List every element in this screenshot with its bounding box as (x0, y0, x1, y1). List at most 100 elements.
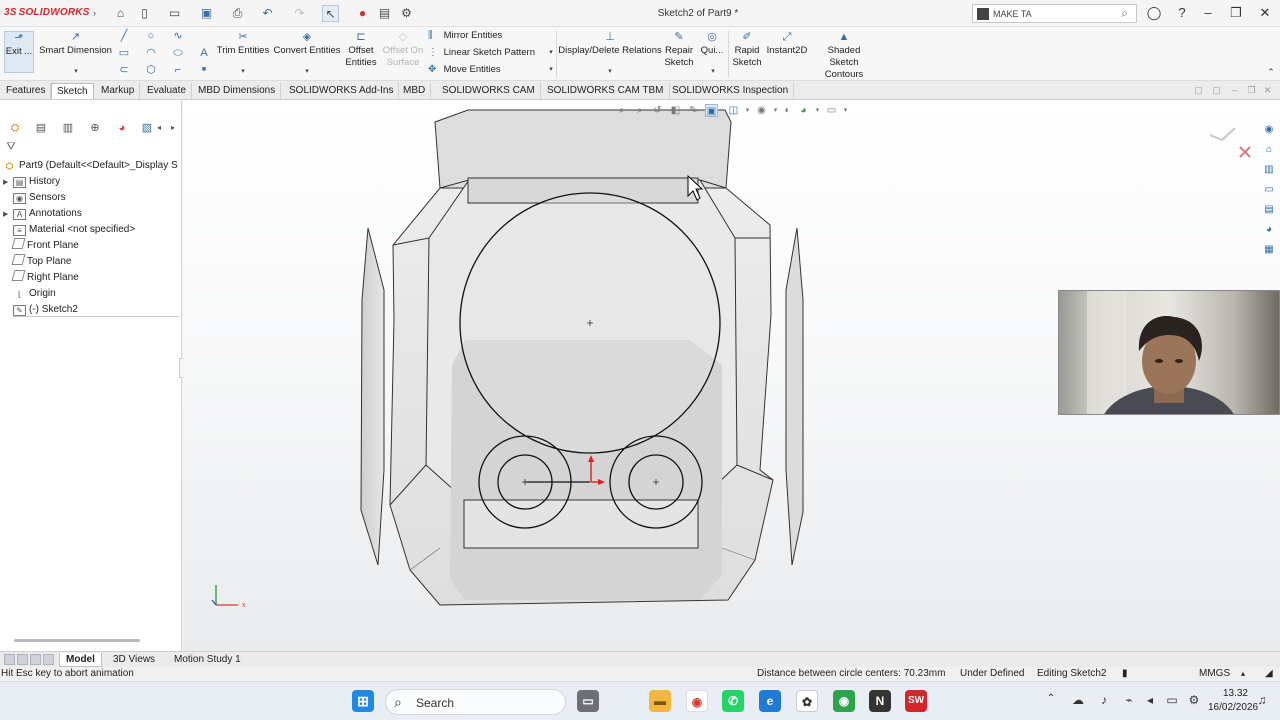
circle-icon[interactable]: ○ (145, 30, 157, 42)
solidworks-logo[interactable]: 3S SOLIDWORKS (4, 7, 90, 18)
polygon-icon[interactable]: ⬡ (145, 64, 157, 76)
volume-icon[interactable]: ◂ (1142, 693, 1158, 707)
trim-dropdown-icon[interactable]: ▾ (237, 66, 249, 78)
offset-entities-button[interactable]: ⊏ Offset Entities (344, 31, 378, 69)
microphone-icon[interactable]: ♪ (1096, 693, 1112, 707)
tree-item-sketch2[interactable]: ✎ (-) Sketch2 (13, 302, 179, 317)
quick-snaps-dropdown-icon[interactable]: ▾ (707, 66, 719, 78)
file-properties-icon[interactable]: ▤ (376, 5, 393, 22)
view-orientation-icon[interactable]: ▣ (705, 104, 718, 117)
undo-icon[interactable]: ↶ (259, 5, 276, 22)
mirror-entities-button[interactable]: ⫼ Mirror Entities (428, 29, 502, 43)
apply-scene-icon[interactable]: ◕ (797, 104, 810, 117)
dropdown-arrow-icon[interactable]: ▾ (811, 104, 824, 117)
tab-solidworks-cam-tbm[interactable]: SOLIDWORKS CAM TBM (542, 83, 670, 99)
tab-model[interactable]: Model (59, 653, 102, 667)
chrome-icon[interactable]: ◉ (686, 690, 708, 712)
instant2d-button[interactable]: ⤢ Instant2D (764, 31, 810, 57)
slot-icon[interactable]: ⊂ (118, 64, 130, 76)
chrome-profile-icon[interactable]: ◉ (833, 690, 855, 712)
collapse-ribbon-icon[interactable]: ⌃ (1265, 66, 1277, 78)
start-windows-icon[interactable]: ⊞ (352, 690, 374, 712)
dropdown-arrow-icon[interactable]: ▾ (839, 104, 852, 117)
edge-icon[interactable]: e (759, 690, 781, 712)
solidworks-taskbar-icon[interactable]: SW (905, 690, 927, 712)
help-icon[interactable]: ? (1172, 5, 1192, 20)
repair-sketch-button[interactable]: ✎ Repair Sketch (662, 31, 696, 69)
doc-close-icon[interactable]: ✕ (1259, 82, 1276, 99)
print-icon[interactable]: ⎙ (229, 5, 246, 22)
horizontal-scrollbar[interactable] (14, 639, 140, 642)
home-icon[interactable]: ⌂ (1262, 143, 1276, 157)
file-explorer-icon[interactable]: ▭ (1262, 183, 1276, 197)
new-document-icon[interactable]: ▯ (136, 5, 153, 22)
redo-icon[interactable]: ↷ (291, 5, 308, 22)
tree-item-right-plane[interactable]: Right Plane (11, 270, 79, 285)
linear-sketch-pattern-button[interactable]: ⋮ Linear Sketch Pattern (428, 46, 535, 60)
settings-icon[interactable]: ⚙ (1186, 693, 1202, 707)
doc-minimize-icon[interactable]: – (1226, 82, 1243, 99)
tree-item-front-plane[interactable]: Front Plane (11, 238, 79, 253)
tree-item-history[interactable]: ▶ ▤ History (3, 174, 60, 189)
notification-bell-icon[interactable]: ♫ (1254, 693, 1270, 707)
display-delete-relations-button[interactable]: ⊥ Display/Delete Relations (558, 31, 662, 57)
tab-evaluate[interactable]: Evaluate (142, 83, 192, 99)
relations-dropdown-icon[interactable]: ▾ (604, 66, 616, 78)
display-manager-icon[interactable]: ◕ (115, 121, 129, 135)
text-icon[interactable]: A (198, 47, 210, 59)
previous-view-icon[interactable]: ↺ (651, 104, 664, 117)
file-explorer-icon[interactable]: ▬ (649, 690, 671, 712)
fillet-icon[interactable]: ⌐ (172, 64, 184, 76)
minimize-icon[interactable]: – (1198, 5, 1218, 20)
view-palette-icon[interactable]: ▤ (1262, 203, 1276, 217)
save-icon[interactable]: ▣ (198, 5, 215, 22)
prev-tab-arrow-icon[interactable] (17, 654, 28, 665)
smart-dimension-button[interactable]: ↗ Smart Dimension (38, 31, 113, 57)
next-tab-arrow-icon[interactable] (30, 654, 41, 665)
filter-icon[interactable]: ⛛ (4, 140, 18, 154)
spline-icon[interactable]: ∿ (172, 30, 184, 42)
doc-restore-icon[interactable]: ❐ (1243, 82, 1260, 99)
first-tab-arrow-icon[interactable] (4, 654, 15, 665)
tab-motion-study-1[interactable]: Motion Study 1 (168, 653, 247, 667)
solidworks-resources-icon[interactable]: ◉ (1262, 123, 1276, 137)
appearances-icon[interactable]: ◕ (1262, 223, 1276, 237)
rectangle-icon[interactable]: ▭ (118, 47, 130, 59)
view-settings-icon[interactable]: ▭ (825, 104, 838, 117)
zoom-to-fit-icon[interactable]: ⌕ (615, 104, 628, 117)
property-manager-icon[interactable]: ▤ (34, 121, 48, 135)
tray-chevron-icon[interactable]: ⌃ (1043, 693, 1059, 704)
last-tab-arrow-icon[interactable] (43, 654, 54, 665)
battery-icon[interactable]: ▭ (1164, 693, 1180, 707)
tab-mbd[interactable]: MBD (398, 83, 432, 99)
tree-root-part[interactable]: ⛭ Part9 (Default<<Default>_Display S (3, 158, 178, 173)
split-icon[interactable]: ▢ (1208, 82, 1225, 99)
openai-icon[interactable]: ✿ (796, 690, 818, 712)
trim-entities-button[interactable]: ✂ Trim Entities (216, 31, 270, 57)
dropdown-arrow-icon[interactable]: ▾ (70, 66, 82, 78)
quick-snaps-button[interactable]: ◎ Qui... (698, 31, 726, 57)
hide-show-items-icon[interactable]: ◉ (755, 104, 768, 117)
network-icon[interactable]: ⌁ (1121, 693, 1137, 707)
rebuild-icon[interactable]: ▮ (1122, 667, 1128, 681)
arc-icon[interactable]: ◠ (145, 47, 157, 59)
configuration-manager-icon[interactable]: ▥ (61, 121, 75, 135)
tab-mbd-dimensions[interactable]: MBD Dimensions (193, 83, 282, 99)
onedrive-icon[interactable]: ☁ (1070, 693, 1086, 707)
search-input[interactable]: MAKE TA (993, 9, 1032, 19)
confirm-cancel-icon[interactable] (1239, 146, 1251, 158)
status-units[interactable]: MMGS (1199, 667, 1230, 681)
notion-icon[interactable]: N (869, 690, 891, 712)
dropdown-arrow-icon[interactable]: ▾ (741, 104, 754, 117)
zoom-to-area-icon[interactable]: ⌕ (633, 104, 646, 117)
chevron-right-icon[interactable]: › (86, 5, 103, 22)
offset-on-surface-button[interactable]: ◇ Offset On Surface (382, 31, 424, 69)
convert-entities-button[interactable]: ◈ Convert Entities (272, 31, 342, 57)
display-style-icon[interactable]: ◫ (727, 104, 740, 117)
tab-sketch[interactable]: Sketch (51, 83, 94, 99)
home-icon[interactable]: ⌂ (112, 5, 129, 22)
rapid-sketch-button[interactable]: ✐ Rapid Sketch (732, 31, 762, 69)
point-icon[interactable]: ■ (198, 64, 210, 76)
section-view-icon[interactable]: ◧ (669, 104, 682, 117)
move-entities-button[interactable]: ✥ Move Entities (428, 63, 501, 77)
